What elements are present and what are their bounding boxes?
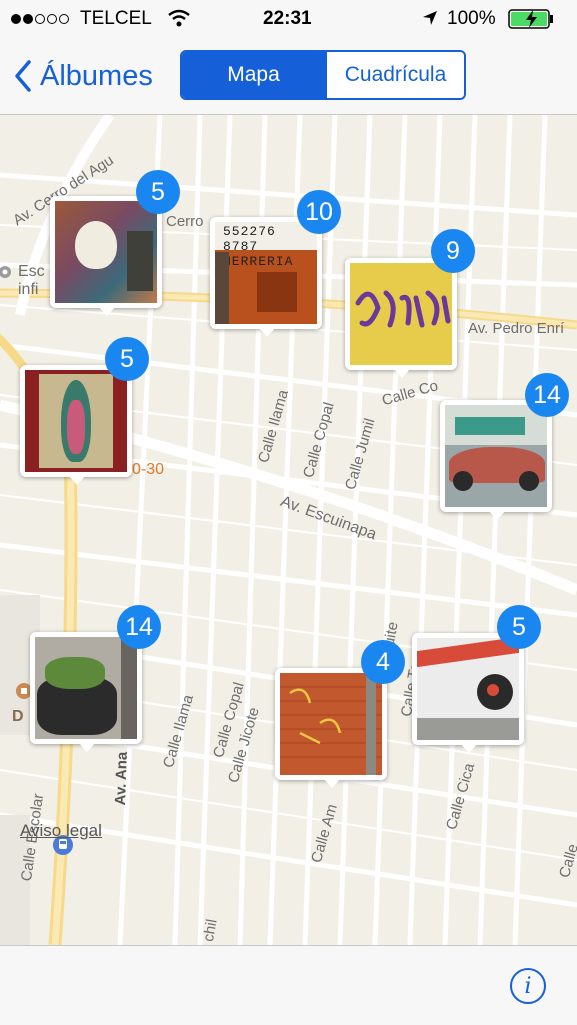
album-pin[interactable] xyxy=(440,400,552,520)
photo-count-badge: 5 xyxy=(136,170,180,214)
back-button[interactable]: Álbumes xyxy=(14,54,153,98)
photo-count-badge: 14 xyxy=(117,605,161,649)
info-icon: i xyxy=(524,973,532,999)
album-pin[interactable] xyxy=(50,196,162,316)
album-pin[interactable] xyxy=(345,258,457,378)
segment-grid[interactable]: Cuadrícula xyxy=(325,52,464,98)
clock: 22:31 xyxy=(263,8,312,29)
poi-label: Esc xyxy=(18,263,45,280)
signal-strength-icon xyxy=(11,14,69,24)
album-photo xyxy=(445,405,547,507)
street-label: Av. Pedro Enrí xyxy=(468,320,565,337)
album-photo xyxy=(350,263,452,365)
back-label: Álbumes xyxy=(40,59,153,92)
legal-link[interactable]: Aviso legal xyxy=(20,821,102,841)
album-pin[interactable] xyxy=(30,632,142,752)
info-button[interactable]: i xyxy=(510,968,546,1004)
photo-count-badge: 10 xyxy=(297,190,341,234)
album-photo xyxy=(417,638,519,740)
location-arrow-icon xyxy=(423,11,437,25)
map-view[interactable]: Av. Cerro del Agu Cerro Av. Pedro Enrí C… xyxy=(0,115,577,945)
album-photo xyxy=(35,637,137,739)
poi-label: D xyxy=(12,708,24,725)
album-photo xyxy=(280,673,382,775)
battery-charging-icon xyxy=(508,9,553,29)
poi-pin-icon xyxy=(0,266,11,278)
carrier-label: TELCEL xyxy=(80,8,152,29)
battery-percent: 100% xyxy=(447,8,496,29)
street-label: Av. Ana xyxy=(112,751,131,806)
bottom-toolbar: i xyxy=(0,945,577,1025)
album-pin[interactable] xyxy=(275,668,387,788)
photo-count-badge: 9 xyxy=(431,229,475,273)
status-bar: TELCEL 22:31 100% xyxy=(0,0,577,38)
album-pin[interactable] xyxy=(412,633,524,753)
road-number-label: 0-30 xyxy=(132,461,165,478)
photo-count-badge: 5 xyxy=(497,605,541,649)
album-photo xyxy=(25,370,127,472)
navigation-bar: Álbumes Mapa Cuadrícula xyxy=(0,38,577,115)
segment-map[interactable]: Mapa xyxy=(182,52,325,98)
street-label: Cerro xyxy=(166,213,204,230)
wifi-icon xyxy=(168,9,190,27)
album-photo: 552276 8787 HERRERIA xyxy=(215,222,317,324)
album-pin[interactable]: 552276 8787 HERRERIA xyxy=(210,217,322,337)
photo-count-badge: 14 xyxy=(525,373,569,417)
album-pin[interactable] xyxy=(20,365,132,485)
view-mode-segmented-control: Mapa Cuadrícula xyxy=(180,50,466,100)
photo-count-badge: 4 xyxy=(361,640,405,684)
poi-label: infi xyxy=(18,281,39,298)
album-photo xyxy=(55,201,157,303)
photo-count-badge: 5 xyxy=(105,337,149,381)
chevron-left-icon xyxy=(15,60,31,92)
